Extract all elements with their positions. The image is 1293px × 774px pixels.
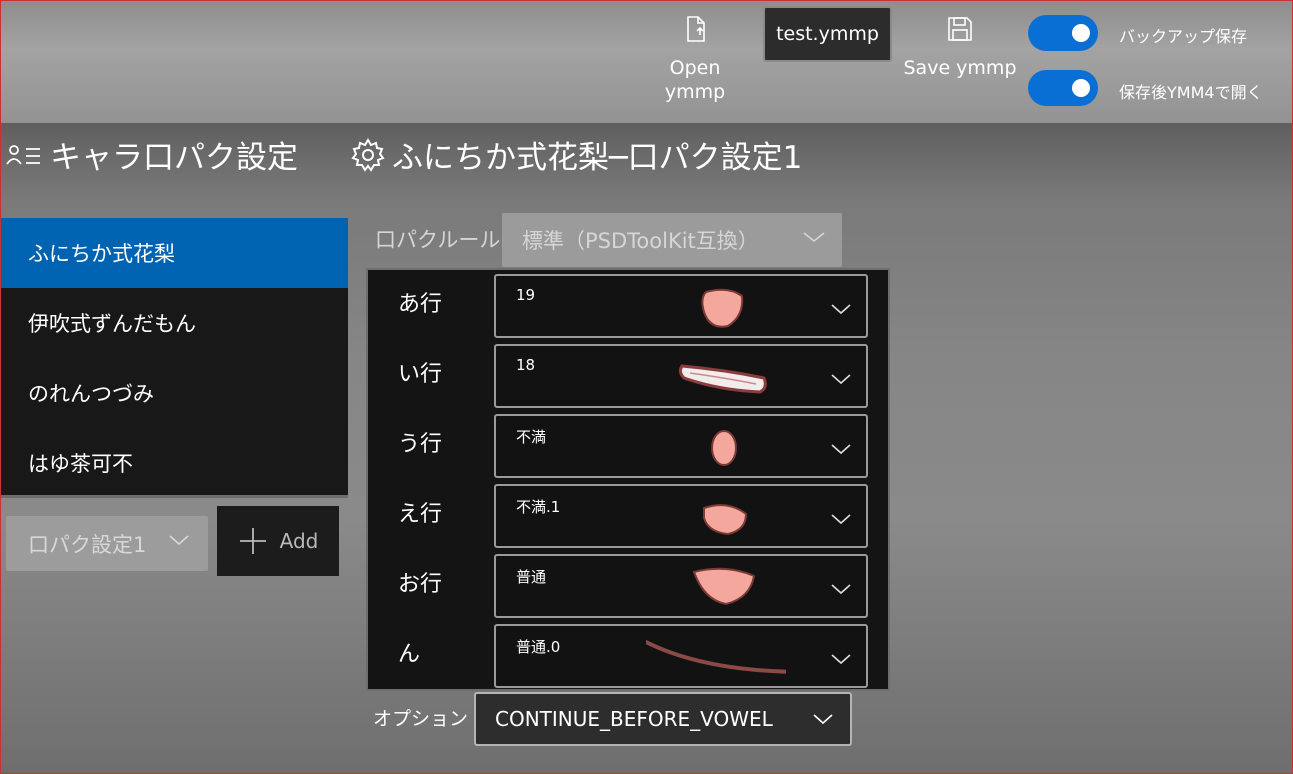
character-item[interactable]: のれんつづみ	[0, 358, 348, 428]
open-ymmp-button[interactable]: Open ymmp	[655, 14, 735, 104]
current-file-button[interactable]: test.ymmp	[763, 6, 892, 62]
vowel-label: い行	[398, 362, 443, 387]
rule-label: 口パクルール	[375, 228, 501, 252]
character-item[interactable]: ふにちか式花梨	[0, 218, 348, 288]
character-item[interactable]: 伊吹式ずんだもん	[0, 288, 348, 358]
open-label-line1: Open	[669, 57, 721, 79]
top-toolbar: Open ymmp test.ymmp Save ymmp バックアップ保存 保…	[0, 0, 1293, 123]
file-name: test.ymmp	[776, 23, 879, 45]
option-value: CONTINUE_BEFORE_VOWEL	[495, 707, 773, 731]
mouth-open-round-preview	[701, 288, 744, 328]
chevron-down-icon	[831, 654, 851, 665]
mouth-half-open-preview	[703, 504, 748, 536]
settings-section-title: ふにちか式花梨─口パク設定1	[392, 140, 803, 176]
backup-toggle[interactable]	[1028, 15, 1098, 51]
vowel-label: え行	[398, 502, 443, 527]
backup-label: バックアップ保存	[1119, 27, 1248, 46]
vowel-image-name: 不満.1	[516, 498, 561, 516]
vowel-label: あ行	[398, 292, 443, 317]
vowel-row: う行 不満	[368, 412, 888, 478]
toggle-knob	[1072, 79, 1090, 97]
vowel-image-name: 普通.0	[516, 638, 561, 656]
chevron-down-icon	[803, 232, 825, 243]
vowel-image-name: 普通	[516, 568, 547, 586]
rule-value: 標準（PSDToolKit互換）	[522, 229, 759, 253]
plus-icon	[239, 528, 266, 554]
character-name: 伊吹式ずんだもん	[28, 312, 196, 336]
vowel-image-dropdown[interactable]: 普通.0	[494, 624, 868, 688]
option-dropdown[interactable]: CONTINUE_BEFORE_VOWEL	[474, 692, 852, 746]
save-icon	[948, 17, 972, 41]
character-name: のれんつづみ	[28, 382, 154, 406]
chevron-down-icon	[831, 374, 851, 385]
vowel-image-name: 不満	[516, 428, 547, 446]
character-section-header: キャラ口パク設定	[6, 132, 298, 177]
character-list: ふにちか式花梨 伊吹式ずんだもん のれんつづみ はゆ茶可不	[0, 218, 348, 498]
vowel-image-dropdown[interactable]: 不満	[494, 414, 868, 478]
mouth-wide-flat-preview	[678, 364, 767, 394]
gear-icon	[351, 137, 385, 172]
preset-value: 口パク設定1	[28, 532, 147, 557]
preset-dropdown[interactable]: 口パク設定1	[6, 516, 208, 571]
vowel-image-dropdown[interactable]: 不満.1	[494, 484, 868, 548]
vowel-image-dropdown[interactable]: 19	[494, 274, 868, 338]
save-label: Save ymmp	[903, 57, 1017, 79]
vowel-image-name: 18	[516, 356, 536, 374]
open-file-icon	[687, 16, 705, 42]
open-label-line2: ymmp	[664, 81, 726, 103]
chevron-down-icon	[813, 714, 833, 725]
toggle-knob	[1072, 24, 1090, 42]
vowel-label: ん	[398, 642, 421, 667]
open-after-save-label: 保存後YMM4で開く	[1119, 83, 1263, 102]
chevron-down-icon	[831, 444, 851, 455]
add-label: Add	[279, 529, 319, 553]
vowel-mapping-panel: あ行 19 い行 18 う行 不満 え行 不満.1 お行 普通 ん 普通.0	[366, 268, 890, 691]
character-name: ふにちか式花梨	[28, 242, 175, 266]
character-section-title: キャラ口パク設定	[50, 140, 298, 176]
open-after-save-toggle[interactable]	[1028, 70, 1098, 106]
chevron-down-icon	[169, 535, 189, 546]
option-label: オプション	[373, 708, 469, 730]
chevron-down-icon	[831, 304, 851, 315]
chevron-down-icon	[831, 584, 851, 595]
vowel-image-dropdown[interactable]: 普通	[494, 554, 868, 618]
save-ymmp-button[interactable]: Save ymmp	[900, 14, 1020, 80]
chevron-down-icon	[831, 514, 851, 525]
mouth-closed-line-preview	[646, 640, 786, 674]
character-name: はゆ茶可不	[28, 452, 133, 476]
mouth-small-oval-preview	[711, 430, 737, 466]
vowel-image-dropdown[interactable]: 18	[494, 344, 868, 408]
mouth-half-moon-preview	[692, 567, 756, 606]
character-item[interactable]: はゆ茶可不	[0, 428, 348, 498]
vowel-label: お行	[398, 572, 443, 597]
rule-dropdown[interactable]: 標準（PSDToolKit互換）	[502, 213, 842, 267]
vowel-row: お行 普通	[368, 552, 888, 618]
add-preset-button[interactable]: Add	[217, 506, 339, 576]
vowel-row: い行 18	[368, 342, 888, 408]
vowel-row: あ行 19	[368, 272, 888, 338]
vowel-image-name: 19	[516, 286, 536, 304]
vowel-row: え行 不満.1	[368, 482, 888, 548]
character-list-icon	[6, 144, 40, 165]
vowel-label: う行	[398, 432, 443, 457]
vowel-row: ん 普通.0	[368, 622, 888, 688]
settings-section-header: ふにちか式花梨─口パク設定1	[350, 132, 802, 177]
